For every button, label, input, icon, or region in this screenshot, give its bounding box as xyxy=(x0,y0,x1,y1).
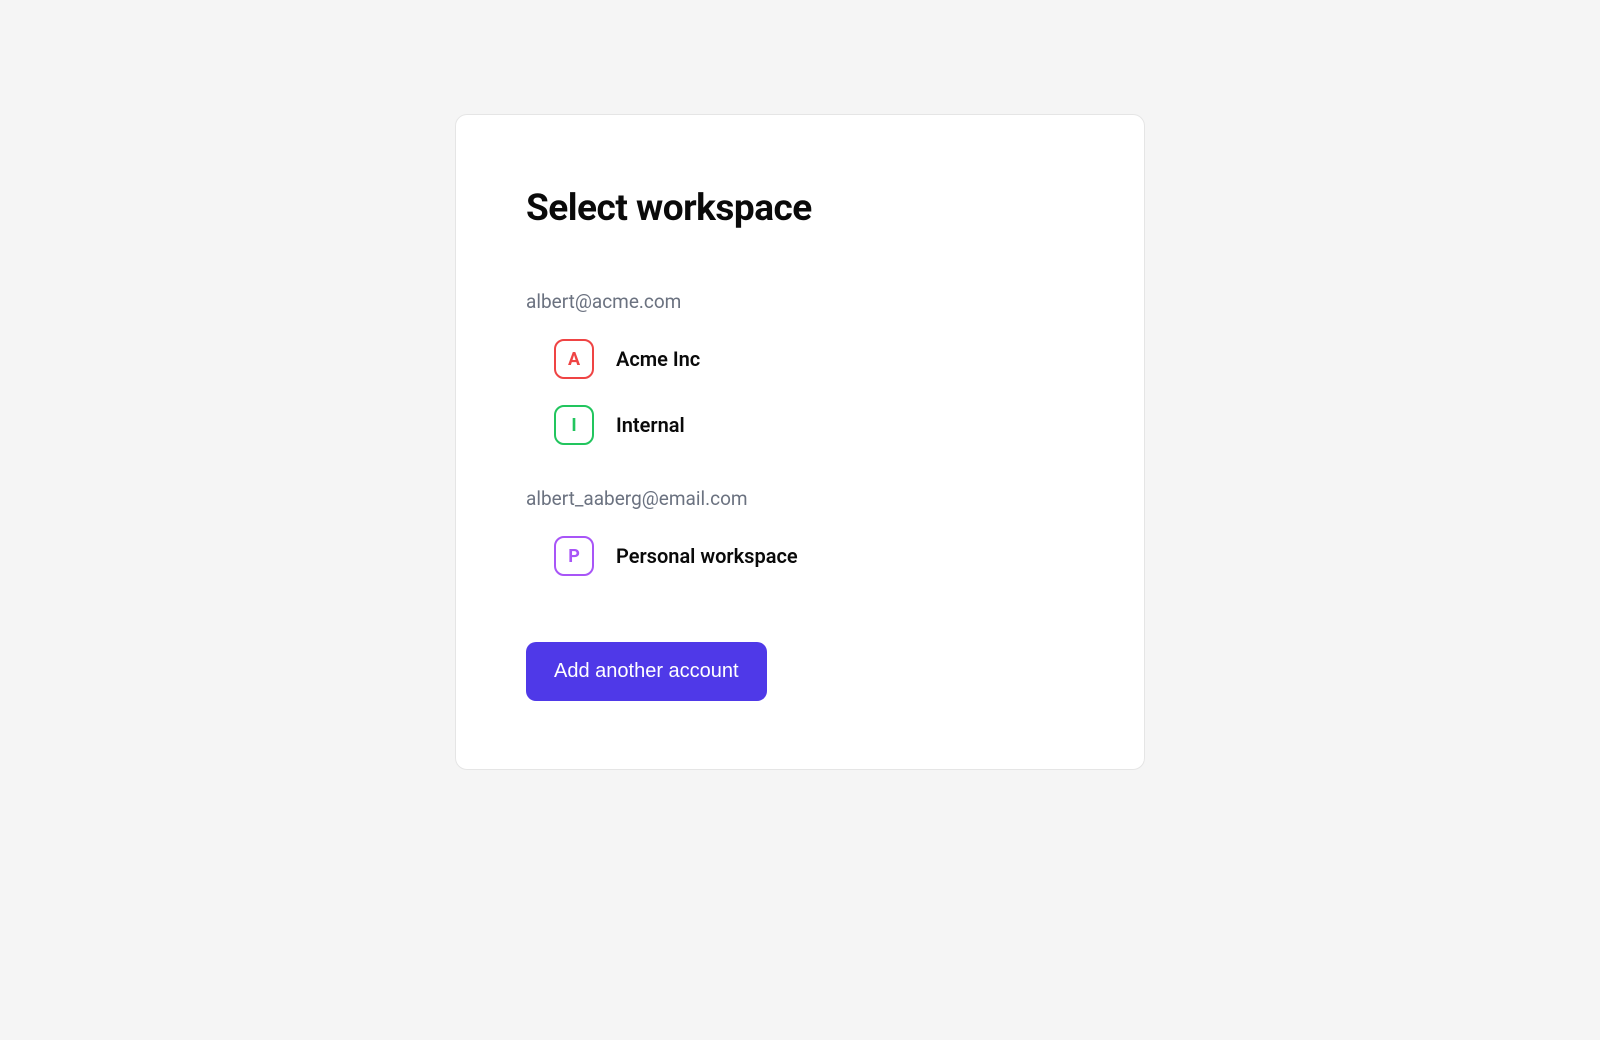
add-account-button[interactable]: Add another account xyxy=(526,642,767,701)
account-email: albert_aaberg@email.com xyxy=(526,487,1074,510)
account-section: albert@acme.com A Acme Inc I Internal xyxy=(526,290,1074,445)
workspace-name-label: Personal workspace xyxy=(616,544,798,568)
workspace-avatar-icon: P xyxy=(554,536,594,576)
page-title: Select workspace xyxy=(526,187,1074,230)
workspace-item-acme[interactable]: A Acme Inc xyxy=(526,339,1074,379)
workspace-item-internal[interactable]: I Internal xyxy=(526,405,1074,445)
workspace-item-personal[interactable]: P Personal workspace xyxy=(526,536,1074,576)
workspace-avatar-icon: A xyxy=(554,339,594,379)
workspace-selector-card: Select workspace albert@acme.com A Acme … xyxy=(455,114,1145,770)
workspace-name-label: Internal xyxy=(616,413,685,437)
workspace-avatar-icon: I xyxy=(554,405,594,445)
account-section: albert_aaberg@email.com P Personal works… xyxy=(526,487,1074,576)
account-email: albert@acme.com xyxy=(526,290,1074,313)
workspace-name-label: Acme Inc xyxy=(616,347,700,371)
